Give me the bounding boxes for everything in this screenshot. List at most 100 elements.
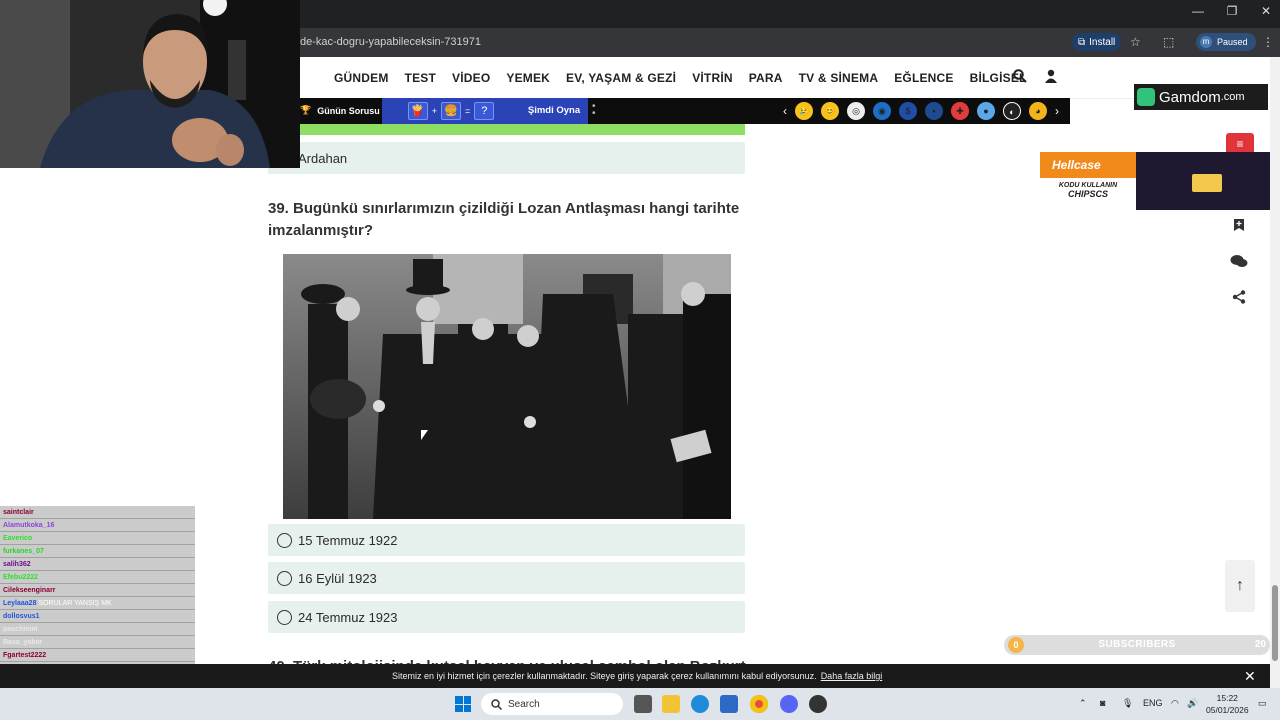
category-icon-4[interactable]: ▪ bbox=[925, 102, 943, 120]
stream-chat-overlay: saintclair Alamutkoka_16 Eaverico furkan… bbox=[0, 506, 195, 664]
language-indicator[interactable]: ENG bbox=[1143, 698, 1163, 708]
store-icon[interactable] bbox=[720, 695, 738, 713]
chat-username: salih362 bbox=[3, 561, 31, 568]
chat-username: Alamutkoka_16 bbox=[3, 522, 55, 529]
smile-emoji-icon[interactable]: 😊 bbox=[821, 102, 839, 120]
chat-username: Leylaaa28 bbox=[3, 600, 37, 607]
discord-tray-icon[interactable]: ◙ bbox=[1100, 698, 1105, 708]
sad-emoji-icon[interactable]: 😢 bbox=[795, 102, 813, 120]
obs-icon[interactable] bbox=[809, 695, 827, 713]
chat-username: furkanes_07 bbox=[3, 548, 44, 555]
profile-status: Paused bbox=[1217, 37, 1248, 47]
chat-username: Basa_yabar bbox=[3, 639, 43, 646]
gamdom-logo-icon bbox=[1137, 88, 1155, 106]
chevron-right-icon[interactable]: › bbox=[1055, 104, 1059, 118]
bookmark-star-icon[interactable]: ☆ bbox=[1130, 35, 1141, 49]
correct-answer-strip bbox=[268, 124, 745, 135]
microphone-icon[interactable]: 🎙 bbox=[1122, 698, 1133, 709]
chat-message: paschimm bbox=[0, 623, 195, 636]
option-1[interactable]: 15 Temmuz 1922 bbox=[268, 524, 745, 556]
category-icon-7[interactable]: ◐ bbox=[1003, 102, 1021, 120]
category-icon-2[interactable]: ◉ bbox=[873, 102, 891, 120]
option-3[interactable]: 24 Temmuz 1923 bbox=[268, 601, 745, 633]
nav-item-yemek[interactable]: YEMEK bbox=[506, 71, 550, 85]
bookmark-icon[interactable] bbox=[1226, 218, 1252, 238]
user-icon[interactable] bbox=[1045, 69, 1057, 86]
chat-message: salih362 bbox=[0, 558, 195, 571]
chat-username: Eaverico bbox=[3, 535, 33, 542]
category-icon-6[interactable]: ● bbox=[977, 102, 995, 120]
chat-username: Cilekseenginarr bbox=[3, 587, 56, 594]
system-clock[interactable]: 15:22 05/01/2026 bbox=[1206, 692, 1249, 716]
scroll-to-top-button[interactable]: ↑ bbox=[1225, 560, 1255, 612]
hellcase-line: KODU KULLANIN bbox=[1058, 182, 1118, 189]
search-icon[interactable] bbox=[1013, 69, 1027, 86]
share-sidebar bbox=[1226, 218, 1252, 310]
url-text[interactable]: de-kac-dogru-yapabileceksin-731971 bbox=[300, 36, 481, 48]
option-2[interactable]: 16 Eylül 1923 bbox=[268, 562, 745, 594]
nav-item-para[interactable]: PARA bbox=[749, 71, 783, 85]
gunun-sorusu-label: Günün Sorusu bbox=[317, 105, 380, 116]
edge-icon[interactable] bbox=[691, 695, 709, 713]
category-icon-1[interactable]: ◎ bbox=[847, 102, 865, 120]
chevron-left-icon[interactable]: ‹ bbox=[783, 104, 787, 118]
gunun-sorusu[interactable]: 🏆 Günün Sorusu bbox=[300, 105, 380, 116]
close-icon[interactable]: ✕ bbox=[1244, 668, 1256, 685]
nav-item-test[interactable]: TEST bbox=[405, 71, 436, 85]
category-icon-8[interactable]: ◕ bbox=[1029, 102, 1047, 120]
nav-item-vitrin[interactable]: VİTRİN bbox=[692, 71, 733, 85]
chrome-icon[interactable] bbox=[750, 695, 768, 713]
more-dots-icon[interactable]: • • bbox=[592, 102, 596, 119]
volume-icon[interactable]: 🔊 bbox=[1187, 698, 1198, 709]
category-icon-5[interactable]: ✚ bbox=[951, 102, 969, 120]
play-now-button[interactable]: Şimdi Oyna bbox=[520, 98, 588, 124]
cookie-message: Sitemiz en iyi hizmet için çerezler kull… bbox=[392, 671, 817, 681]
hellcase-brand: Hellcase bbox=[1040, 152, 1136, 178]
task-view-icon[interactable] bbox=[634, 695, 652, 713]
restore-icon[interactable]: ❐ bbox=[1226, 4, 1238, 18]
nav-item-ev-yasam-gezi[interactable]: EV, YAŞAM & GEZİ bbox=[566, 71, 676, 85]
radio-button[interactable] bbox=[277, 532, 292, 548]
trophy-icon: 🏆 bbox=[300, 105, 312, 115]
hellcase-code: CHIPSCS bbox=[1067, 189, 1108, 199]
hellcase-ad[interactable]: Hellcase KODU KULLANIN CHIPSCS bbox=[1040, 152, 1270, 210]
notifications-icon[interactable]: ▭ bbox=[1258, 698, 1267, 709]
nav-item-gundem[interactable]: GÜNDEM bbox=[334, 71, 389, 85]
install-button[interactable]: ⧉ Install bbox=[1072, 33, 1122, 51]
share-icon[interactable] bbox=[1226, 290, 1252, 310]
option-3-label: 24 Temmuz 1923 bbox=[298, 609, 398, 625]
hellcase-image bbox=[1136, 152, 1270, 210]
chat-message: Alamutkoka_16 bbox=[0, 519, 195, 532]
extensions-icon[interactable]: ⬚ bbox=[1163, 35, 1174, 49]
discord-icon[interactable] bbox=[780, 695, 798, 713]
windows-taskbar: Search ⌃ ◙ 🎙 ENG ◠ 🔊 15:22 05/01/2026 ▭ bbox=[0, 688, 1280, 720]
menu-kebab-icon[interactable]: ⋮ bbox=[1262, 35, 1274, 49]
radio-button[interactable] bbox=[277, 609, 292, 625]
cookie-more-link[interactable]: Daha fazla bilgi bbox=[821, 671, 883, 681]
taskbar-search[interactable]: Search bbox=[481, 693, 623, 715]
file-explorer-icon[interactable] bbox=[662, 695, 680, 713]
nav-item-video[interactable]: VİDEO bbox=[452, 71, 490, 85]
option-1-label: 15 Temmuz 1922 bbox=[298, 532, 398, 548]
puzzle-answer: ? bbox=[474, 102, 495, 120]
category-icon-3[interactable]: $ bbox=[899, 102, 917, 120]
subscriber-goal-bar: 0 SUBSCRIBERS 20 bbox=[1004, 635, 1270, 655]
nav-item-eglence[interactable]: EĞLENCE bbox=[894, 71, 953, 85]
radio-button[interactable] bbox=[277, 570, 292, 586]
daily-puzzle[interactable]: 🍟 + 🍔 = ? bbox=[382, 98, 520, 124]
lausanne-treaty-photo bbox=[283, 254, 731, 519]
chat-text: SORULAR YANSIŞ MK bbox=[38, 600, 112, 607]
gamdom-ad[interactable]: Gamdom .com bbox=[1134, 84, 1268, 110]
comments-icon[interactable] bbox=[1226, 254, 1252, 274]
chat-message: Leylaaa28 SORULAR YANSIŞ MK bbox=[0, 597, 195, 610]
nav-item-tv-sinema[interactable]: TV & SİNEMA bbox=[799, 71, 879, 85]
start-icon[interactable] bbox=[455, 696, 471, 712]
wifi-icon[interactable]: ◠ bbox=[1171, 698, 1179, 709]
subscriber-label: SUBSCRIBERS bbox=[1098, 639, 1176, 650]
tray-chevron-icon[interactable]: ⌃ bbox=[1079, 698, 1087, 709]
chat-username: dollosvus1 bbox=[3, 613, 40, 620]
close-window-icon[interactable]: ✕ bbox=[1260, 4, 1272, 18]
page-scrollbar[interactable] bbox=[1270, 57, 1280, 688]
profile-button[interactable]: m Paused bbox=[1196, 33, 1256, 51]
minimize-icon[interactable]: — bbox=[1192, 4, 1204, 18]
